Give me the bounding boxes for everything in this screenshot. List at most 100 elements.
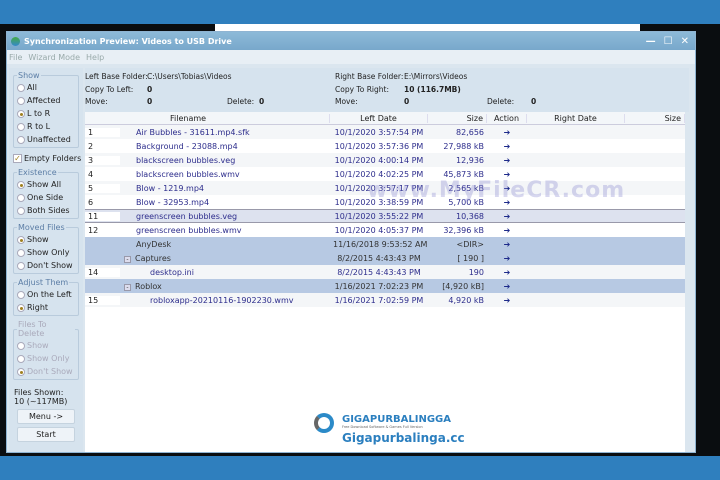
table-row[interactable]: 14 desktop.ini 8/2/2015 4:43:43 PM 190 ➔ [85,265,685,279]
row-left-date: 10/1/2020 4:00:14 PM [334,155,424,165]
logo: GIGAPURBALINGGA Free Download Software &… [312,410,502,450]
show-group: Show All Affected L to R R to L Unaffected [13,71,79,148]
option-label: Don't Show [27,367,73,376]
row-filename: greenscreen bubbles.wmv [136,225,242,235]
table-row[interactable]: 12 greenscreen bubbles.wmv 10/1/2020 4:0… [85,223,685,237]
arrow-right-icon[interactable]: ➔ [487,268,527,277]
col-filename[interactable]: Filename [120,113,330,123]
menu-button[interactable]: Menu -> [17,409,75,424]
collapse-icon[interactable]: - [124,283,131,291]
table-row[interactable]: 11 greenscreen bubbles.veg 10/1/2020 3:5… [85,209,685,223]
adjust-option-right[interactable]: Right [17,301,75,314]
row-left-size: 82,656 [456,127,484,137]
moved-files-group: Moved Files Show Show Only Don't Show [13,223,79,274]
existence-option-one-side[interactable]: One Side [17,191,75,204]
delete-left-value: 0 [259,97,265,106]
logo-tagline: Free Download Software & Games Full Vers… [342,425,423,429]
col-left-size[interactable]: Size [428,113,487,123]
radio-icon [17,261,25,270]
option-label: Affected [27,96,61,105]
delete-option-show: Show [17,339,75,352]
existence-group: Existence Show All One Side Both Sides [13,168,79,219]
row-index: 14 [85,267,120,277]
col-left-date[interactable]: Left Date [330,113,428,123]
row-filename: Background - 23088.mp4 [136,141,238,151]
row-filename: desktop.ini [150,267,194,277]
show-option-l-to-r[interactable]: L to R [17,107,75,120]
row-filename: Roblox [135,281,162,291]
col-right-date[interactable]: Right Date [527,113,625,123]
empty-folders-label: Empty Folders [24,154,82,163]
row-left-date: 10/1/2020 3:55:22 PM [334,211,424,221]
option-label: Show Only [27,354,70,363]
close-button[interactable]: ✕ [681,36,689,47]
show-option-affected[interactable]: Affected [17,94,75,107]
files-shown-value: 10 (~117MB) [14,397,68,406]
left-base-value: C:\Users\Tobias\Videos [147,72,232,81]
col-right-size[interactable]: Size [625,113,685,123]
row-left-date: 10/1/2020 3:57:54 PM [334,127,424,137]
table-row[interactable]: - Roblox 1/16/2021 7:02:23 PM [4,920 kB] … [85,279,685,293]
copy-right-value: 10 (116.7MB) [404,85,461,94]
menu-help[interactable]: Help [86,53,104,62]
arrow-right-icon[interactable]: ➔ [487,212,527,221]
table-row[interactable]: AnyDesk 11/16/2018 9:53:52 AM <DIR> ➔ [85,237,685,251]
row-index: 1 [85,127,120,137]
files-shown-label: Files Shown: [14,388,64,397]
row-left-size: 10,368 [456,211,484,221]
menu-bar: File Wizard Mode Help [7,50,695,64]
option-label: Right [27,303,49,312]
menu-wizard-mode[interactable]: Wizard Mode [28,53,80,62]
moved-option-show-only[interactable]: Show Only [17,246,75,259]
empty-folders-checkbox[interactable]: ✓ Empty Folders [13,152,83,165]
moved-option-show[interactable]: Show [17,233,75,246]
radio-icon [17,122,25,131]
arrow-right-icon[interactable]: ➔ [487,142,527,151]
existence-legend: Existence [18,168,57,177]
arrow-right-icon[interactable]: ➔ [487,254,527,263]
move-right-value: 0 [404,97,410,106]
show-option-unaffected[interactable]: Unaffected [17,133,75,146]
col-action[interactable]: Action [487,113,527,123]
option-label: On the Left [27,290,72,299]
existence-option-both-sides[interactable]: Both Sides [17,204,75,217]
arrow-right-icon[interactable]: ➔ [487,240,527,249]
moved-legend: Moved Files [18,223,65,232]
moved-option-don-t-show[interactable]: Don't Show [17,259,75,272]
table-row[interactable]: 3 blackscreen bubbles.veg 10/1/2020 4:00… [85,153,685,167]
arrow-right-icon[interactable]: ➔ [487,128,527,137]
table-row[interactable]: - Captures 8/2/2015 4:43:43 PM [ 190 ] ➔ [85,251,685,265]
minimize-button[interactable]: — [646,36,656,47]
right-base-label: Right Base Folder: [335,72,404,81]
show-option-all[interactable]: All [17,81,75,94]
existence-option-show-all[interactable]: Show All [17,178,75,191]
arrow-right-icon[interactable]: ➔ [487,156,527,165]
delete-option-show-only: Show Only [17,352,75,365]
adjust-option-on-the-left[interactable]: On the Left [17,288,75,301]
show-option-r-to-l[interactable]: R to L [17,120,75,133]
radio-icon [17,235,25,244]
row-filename: Captures [135,253,171,263]
row-filename: blackscreen bubbles.veg [136,155,236,165]
watermark: www.MyFileCR.com [367,178,626,203]
arrow-right-icon[interactable]: ➔ [487,282,527,291]
maximize-button[interactable]: ☐ [664,36,673,47]
menu-file[interactable]: File [9,53,22,62]
start-button[interactable]: Start [17,427,75,442]
row-left-date: 10/1/2020 4:05:37 PM [334,225,424,235]
table-row[interactable]: 15 robloxapp-20210116-1902230.wmv 1/16/2… [85,293,685,307]
radio-icon [17,83,25,92]
table-row[interactable]: 1 Air Bubbles - 31611.mp4.sfk 10/1/2020 … [85,125,685,139]
arrow-right-icon[interactable]: ➔ [487,296,527,305]
delete-right-value: 0 [531,97,537,106]
logo-site: Gigapurbalinga.cc [342,431,465,445]
collapse-icon[interactable]: - [124,255,131,263]
radio-icon [17,96,25,105]
option-label: One Side [27,193,64,202]
option-label: R to L [27,122,51,131]
option-label: Show [27,235,49,244]
table-row[interactable]: 2 Background - 23088.mp4 10/1/2020 3:57:… [85,139,685,153]
row-left-date: 8/2/2015 4:43:43 PM [337,267,421,277]
arrow-right-icon[interactable]: ➔ [487,226,527,235]
radio-icon [17,303,25,312]
